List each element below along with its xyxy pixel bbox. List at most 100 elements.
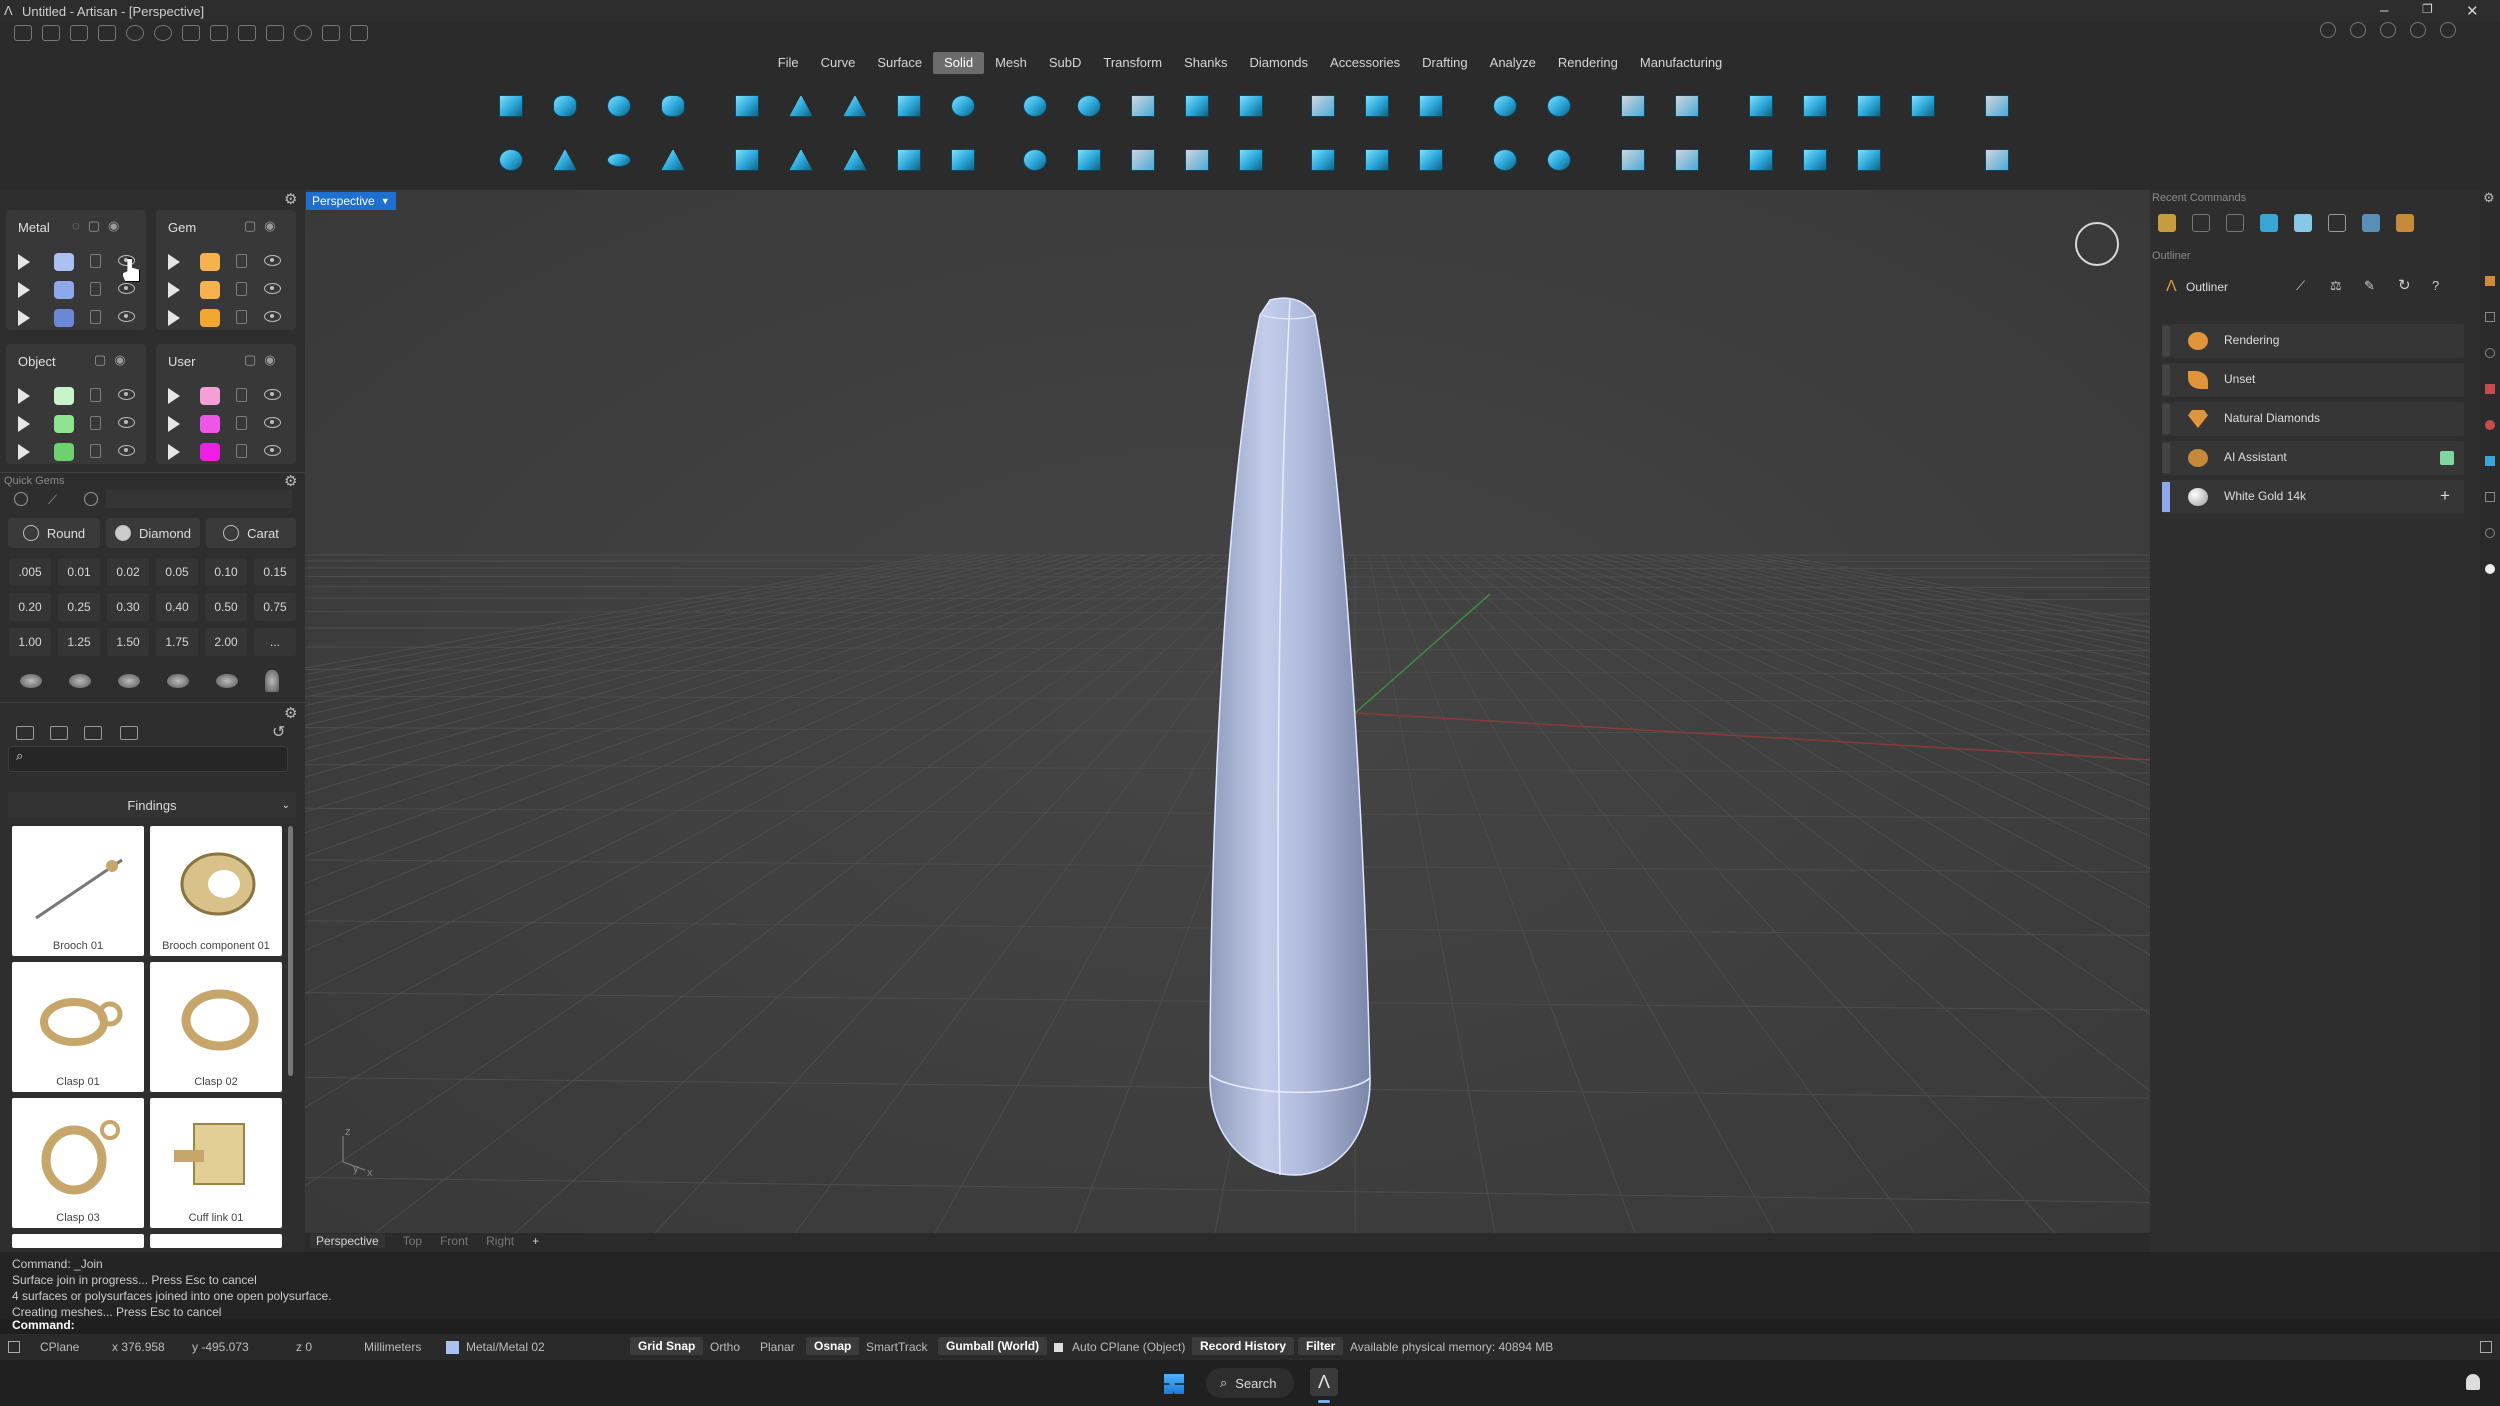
visibility-eye-icon[interactable] [264, 283, 281, 294]
cylinder-tool-icon[interactable] [544, 85, 586, 127]
gem-tool-wand-icon[interactable]: ⟋ [48, 492, 57, 508]
gem-size-button[interactable]: 0.75 [254, 593, 296, 621]
visibility-eye-icon[interactable] [118, 311, 135, 322]
expand-icon[interactable] [18, 416, 30, 432]
gem-size-button[interactable]: 0.01 [58, 558, 100, 586]
layer-row[interactable] [156, 278, 296, 302]
gem-cutter-tool-icon[interactable] [1176, 139, 1218, 181]
outliner-row[interactable]: Unset [2162, 363, 2464, 397]
toolbar-options-icon[interactable] [1976, 85, 2018, 127]
gem-shape-preset-icon[interactable] [118, 674, 140, 688]
outliner-row[interactable]: White Gold 14k + [2162, 480, 2464, 514]
library-category-dropdown[interactable]: Findings ⌄ [8, 792, 296, 818]
visibility-eye-icon[interactable] [118, 445, 135, 456]
help-icon[interactable] [2440, 22, 2456, 38]
viewport-menu-chevron-icon[interactable]: ▼ [381, 196, 390, 206]
library-search-input[interactable] [8, 746, 288, 772]
units-label[interactable]: Millimeters [364, 1340, 421, 1354]
outliner-row[interactable]: AI Assistant [2162, 441, 2464, 475]
layer-color-swatch[interactable] [54, 443, 74, 461]
viewport-canvas[interactable]: z y x [305, 190, 2150, 1233]
learning-icon[interactable] [2380, 22, 2396, 38]
navigation-ring-icon[interactable] [2075, 222, 2119, 266]
layer-color-swatch[interactable] [200, 387, 220, 405]
extract-solid-tool-icon[interactable] [1410, 139, 1452, 181]
view-tab-right[interactable]: Right [486, 1234, 514, 1248]
library-scrollbar[interactable] [288, 826, 293, 1076]
layer-row[interactable] [6, 440, 146, 464]
restore-button[interactable]: ❐ [2422, 2, 2433, 16]
lock-icon[interactable] [236, 388, 247, 402]
visibility-eye-icon[interactable] [264, 255, 281, 266]
visibility-eye-icon[interactable] [118, 255, 135, 266]
windows-start-icon[interactable] [1164, 1374, 1184, 1394]
redo-icon[interactable] [154, 25, 172, 41]
menu-drafting[interactable]: Drafting [1411, 52, 1479, 74]
paraboloid-tool-icon[interactable] [598, 139, 640, 181]
expand-icon[interactable] [168, 444, 180, 460]
boolean-split-tool-icon[interactable] [1410, 85, 1452, 127]
smarttrack-toggle[interactable]: SmartTrack [866, 1340, 928, 1354]
ribbon-tool-icon[interactable] [888, 139, 930, 181]
variable-fillet-tool-icon[interactable] [1014, 139, 1056, 181]
settings-icon[interactable] [294, 25, 312, 41]
gem-size-button[interactable]: 0.25 [58, 593, 100, 621]
add-view-tab-button[interactable]: + [532, 1234, 539, 1248]
blend-edge-tool-icon[interactable] [1068, 139, 1110, 181]
visibility-eye-icon[interactable] [264, 311, 281, 322]
intersect-tool-icon[interactable] [1484, 139, 1526, 181]
recent-command-icon[interactable] [2294, 214, 2312, 232]
lock-icon[interactable] [90, 388, 101, 402]
lock-icon[interactable] [90, 310, 101, 324]
gem-size-button[interactable]: 0.02 [107, 558, 149, 586]
library-folder-icon[interactable] [50, 726, 68, 740]
gem-size-button[interactable]: 1.00 [9, 628, 51, 656]
side-tab-icon[interactable] [2485, 276, 2495, 286]
add-icon[interactable]: + [2440, 486, 2450, 506]
layer-color-swatch[interactable] [200, 309, 220, 327]
tools-icon[interactable] [322, 25, 340, 41]
recent-command-icon[interactable] [2260, 214, 2278, 232]
menu-rendering[interactable]: Rendering [1547, 52, 1629, 74]
expand-icon[interactable] [168, 310, 180, 326]
tetra-tool-icon[interactable] [652, 139, 694, 181]
visibility-eye-icon[interactable] [264, 389, 281, 400]
gem-shape-round-button[interactable]: Round [8, 518, 100, 548]
gem-tool-reset-icon[interactable] [14, 492, 28, 506]
view-tab-top[interactable]: Top [403, 1234, 422, 1248]
artisan-app-icon[interactable]: Λ [1310, 1368, 1338, 1396]
edit-icon[interactable]: ✎ [2364, 278, 2375, 294]
recent-command-icon[interactable] [2362, 214, 2380, 232]
menu-mesh[interactable]: Mesh [984, 52, 1038, 74]
pyramid-tool-icon[interactable] [780, 85, 822, 127]
lock-icon[interactable] [90, 444, 101, 458]
account-icon[interactable] [2320, 22, 2336, 38]
planar-toggle[interactable]: Planar [760, 1340, 795, 1354]
side-tab-icon[interactable] [2485, 528, 2495, 538]
visibility-eye-icon[interactable] [118, 283, 135, 294]
library-grid-icon[interactable] [120, 726, 138, 740]
expand-icon[interactable] [18, 310, 30, 326]
recent-command-icon[interactable] [2192, 214, 2210, 232]
quick-gems-settings-gear-icon[interactable]: ⚙ [284, 472, 297, 490]
menu-surface[interactable]: Surface [866, 52, 933, 74]
visibility-eye-icon[interactable] [118, 417, 135, 428]
layer-row[interactable] [6, 384, 146, 408]
extrude-tapered-tool-icon[interactable] [780, 139, 822, 181]
gem-size-button[interactable]: 1.75 [156, 628, 198, 656]
extrude-to-point-tool-icon[interactable] [834, 139, 876, 181]
gem-tool-field[interactable] [106, 490, 292, 508]
gem-size-button[interactable]: 2.00 [205, 628, 247, 656]
split-face-tool-icon[interactable] [1740, 139, 1782, 181]
layers-settings-gear-icon[interactable]: ⚙ [284, 190, 297, 208]
visibility-eye-icon[interactable] [264, 417, 281, 428]
wire-cut-tool-icon[interactable] [1794, 85, 1836, 127]
ellipsoid-tool-icon[interactable] [598, 85, 640, 127]
layer-color-swatch[interactable] [54, 281, 74, 299]
side-tab-icon[interactable] [2485, 492, 2495, 502]
menu-shanks[interactable]: Shanks [1173, 52, 1238, 74]
rail-revolve-tool-icon[interactable] [942, 139, 984, 181]
layer-color-swatch[interactable] [200, 281, 220, 299]
join-tool-icon[interactable] [1538, 139, 1580, 181]
library-item[interactable]: Clasp 01 [12, 962, 144, 1092]
